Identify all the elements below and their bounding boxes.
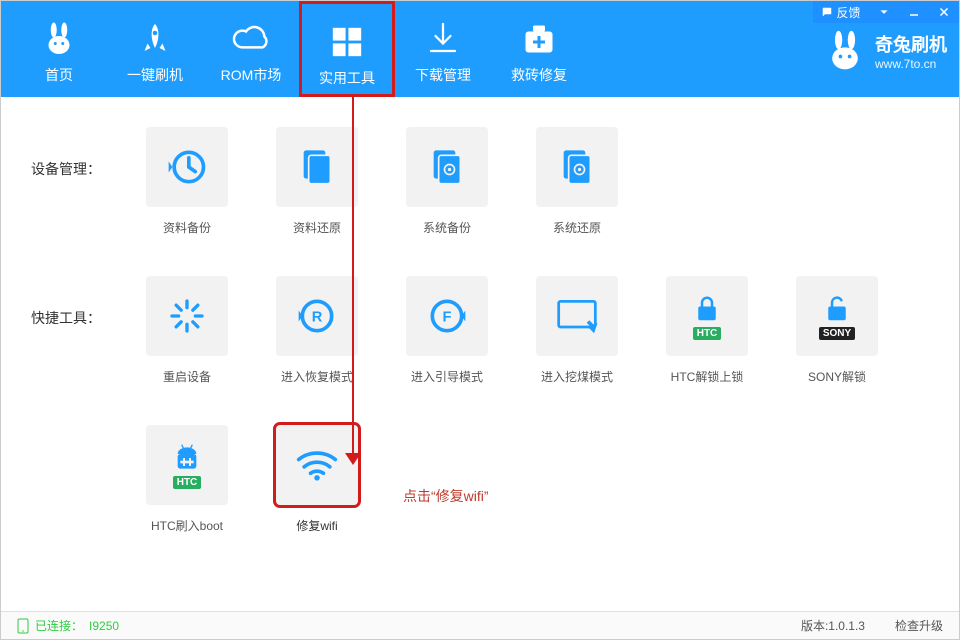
tile-htc-boot[interactable]: HTC HTC刷入boot [141,425,233,534]
tile-backup-data[interactable]: 资料备份 [141,127,233,236]
htc-badge: HTC [693,327,722,340]
cloud-icon [203,19,299,59]
lock-icon [692,293,722,325]
feedback-label: 反馈 [836,4,860,21]
section-extra-label [31,425,141,457]
svg-text:F: F [443,310,452,326]
minimize-button[interactable] [899,1,929,23]
tile-download-mode[interactable]: 进入挖煤模式 [531,276,623,385]
annotation-arrow-head [345,453,361,465]
android-icon [171,442,203,474]
nav-rescue[interactable]: 救砖修复 [491,1,587,97]
download-icon [395,19,491,59]
files-gear-icon [557,145,597,189]
section-quick-label: 快捷工具： [31,276,141,328]
brand-url: www.7to.cn [875,57,947,71]
files-icon [297,145,337,189]
nav-oneclick[interactable]: 一键刷机 [107,1,203,97]
close-button[interactable] [929,1,959,23]
section-device-label: 设备管理： [31,127,141,179]
tile-reboot[interactable]: 重启设备 [141,276,233,385]
nav-label: 首页 [11,65,107,85]
tile-recovery-mode[interactable]: R 进入恢复模式 [271,276,363,385]
tile-label: 系统还原 [531,219,623,236]
statusbar: 已连接： I9250 版本:1.0.1.3 检查升级 [1,611,959,639]
tile-label: 资料备份 [141,219,233,236]
feedback-button[interactable]: 反馈 [813,1,869,23]
tile-label: 进入挖煤模式 [531,368,623,385]
sony-badge: SONY [819,327,855,340]
nav-label: 救砖修复 [491,65,587,85]
brand: 奇兔刷机 www.7to.cn [823,29,947,73]
brand-rabbit-icon [823,29,867,73]
nav-label: 下载管理 [395,65,491,85]
status-connected-label: 已连接： [35,617,83,634]
tile-label: 重启设备 [141,368,233,385]
phone-icon [17,618,29,634]
tile-label: HTC刷入boot [141,517,233,534]
rocket-icon [107,19,203,59]
nav-rom-market[interactable]: ROM市场 [203,1,299,97]
annotation-arrow-line [352,97,354,460]
tile-restore-system[interactable]: 系统还原 [531,127,623,236]
download-mode-icon [555,296,599,336]
tile-restore-data[interactable]: 资料还原 [271,127,363,236]
nav-label: 实用工具 [302,68,392,88]
history-icon [165,145,209,189]
tile-fastboot-mode[interactable]: F 进入引导模式 [401,276,493,385]
files-gear-icon [427,145,467,189]
tile-label: 系统备份 [401,219,493,236]
unlock-icon [822,293,852,325]
check-update-link[interactable]: 检查升级 [895,617,943,634]
tile-label: 进入恢复模式 [271,368,363,385]
recovery-icon: R [295,294,339,338]
tile-label: 资料还原 [271,219,363,236]
nav-label: ROM市场 [203,65,299,85]
tile-htc-unlock[interactable]: HTC HTC解锁上锁 [661,276,753,385]
status-version: 版本:1.0.1.3 [801,617,865,634]
nav-tools[interactable]: 实用工具 [299,1,395,97]
svg-text:R: R [312,310,323,326]
htc-badge: HTC [173,476,202,489]
tile-label: HTC解锁上锁 [661,368,753,385]
spinner-icon [167,296,207,336]
tile-fix-wifi[interactable]: 修复wifi [271,425,363,534]
tile-label: SONY解锁 [791,368,883,385]
nav-home[interactable]: 首页 [11,1,107,97]
tile-label: 修复wifi [271,517,363,534]
annotation-text: 点击“修复wifi” [403,486,489,506]
nav-label: 一键刷机 [107,65,203,85]
tile-sony-unlock[interactable]: SONY SONY解锁 [791,276,883,385]
dropdown-button[interactable] [869,1,899,23]
firstaid-icon [491,19,587,59]
rabbit-icon [11,19,107,59]
tile-label: 进入引导模式 [401,368,493,385]
grid-icon [302,22,392,62]
brand-name: 奇兔刷机 [875,31,947,57]
tile-backup-system[interactable]: 系统备份 [401,127,493,236]
wifi-icon [295,447,339,483]
status-device: I9250 [89,619,119,633]
fastboot-icon: F [425,294,469,338]
nav-downloads[interactable]: 下载管理 [395,1,491,97]
